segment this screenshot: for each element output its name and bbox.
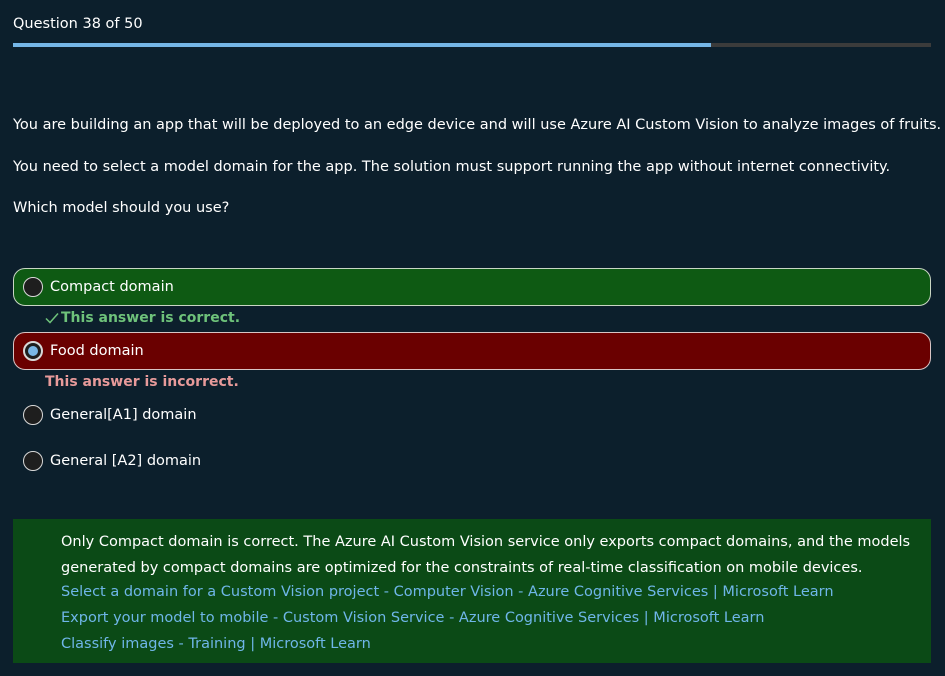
option-general-a1-domain[interactable]: General[A1] domain	[13, 396, 931, 434]
option-label: General[A1] domain	[50, 407, 197, 423]
option-label: General [A2] domain	[50, 453, 202, 469]
incorrect-feedback-text: This answer is incorrect.	[45, 374, 239, 390]
progress-fill	[13, 43, 711, 47]
reference-link-classify-images[interactable]: Classify images - Training | Microsoft L…	[61, 634, 371, 654]
option-label: Food domain	[50, 343, 144, 359]
option-general-a2-domain[interactable]: General [A2] domain	[13, 442, 931, 480]
correct-feedback: This answer is correct.	[45, 310, 240, 326]
check-icon	[45, 313, 59, 324]
radio-icon[interactable]	[23, 341, 43, 361]
radio-icon[interactable]	[23, 451, 43, 471]
option-compact-domain[interactable]: Compact domain	[13, 268, 931, 306]
question-paragraph-2: You need to select a model domain for th…	[13, 159, 891, 175]
reference-link-select-domain[interactable]: Select a domain for a Custom Vision proj…	[61, 582, 834, 602]
quiz-page: Question 38 of 50 You are building an ap…	[0, 0, 945, 676]
explanation-text: Only Compact domain is correct. The Azur…	[61, 534, 911, 576]
question-prompt: Which model should you use?	[13, 200, 230, 216]
radio-icon[interactable]	[23, 277, 43, 297]
explanation-panel: Only Compact domain is correct. The Azur…	[13, 519, 931, 663]
option-label: Compact domain	[50, 279, 174, 295]
option-food-domain[interactable]: Food domain	[13, 332, 931, 370]
correct-feedback-text: This answer is correct.	[61, 310, 241, 326]
progress-label: Question 38 of 50	[13, 16, 143, 32]
progress-bar	[13, 43, 931, 47]
radio-icon[interactable]	[23, 405, 43, 425]
reference-link-export-model[interactable]: Export your model to mobile - Custom Vis…	[61, 608, 764, 628]
question-paragraph-1: You are building an app that will be dep…	[13, 117, 942, 133]
incorrect-feedback: This answer is incorrect.	[45, 374, 239, 390]
